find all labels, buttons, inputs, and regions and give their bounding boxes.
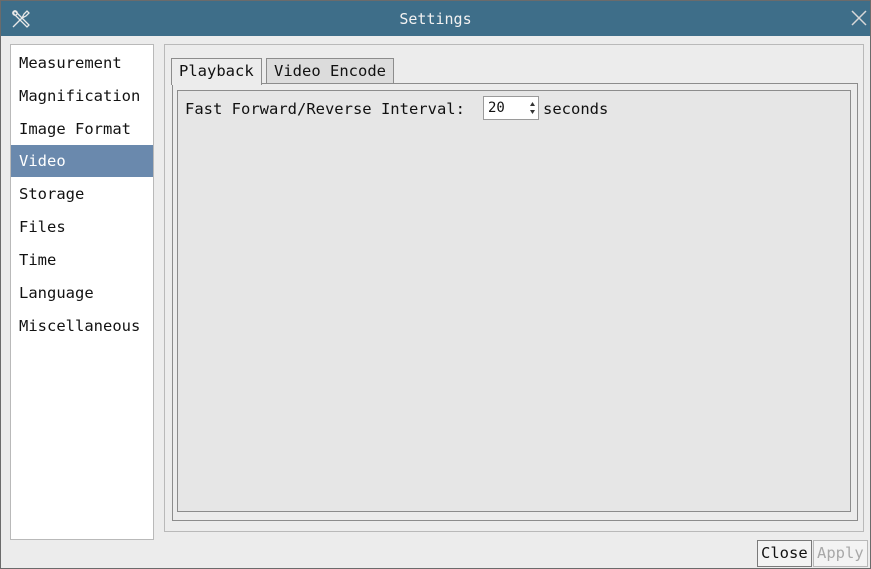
apply-button[interactable]: Apply xyxy=(813,540,868,567)
sidebar-item-files[interactable]: Files xyxy=(11,211,153,243)
close-button[interactable]: Close xyxy=(757,540,812,567)
sidebar-item-miscellaneous[interactable]: Miscellaneous xyxy=(11,310,153,342)
window-title: Settings xyxy=(399,10,472,28)
sidebar-item-time[interactable]: Time xyxy=(11,244,153,276)
sidebar-item-image-format[interactable]: Image Format xyxy=(11,113,153,145)
tab-playback[interactable]: Playback xyxy=(171,58,262,85)
sidebar-item-magnification[interactable]: Magnification xyxy=(11,80,153,112)
sidebar-item-measurement[interactable]: Measurement xyxy=(11,47,153,79)
settings-category-list[interactable]: Measurement Magnification Image Format V… xyxy=(10,44,154,540)
title-bar: Settings xyxy=(1,1,870,36)
tab-video-encode[interactable]: Video Encode xyxy=(266,58,394,83)
interval-spinbox[interactable]: 20 xyxy=(483,96,539,120)
sidebar-item-language[interactable]: Language xyxy=(11,277,153,309)
spin-arrows-icon[interactable] xyxy=(528,99,537,117)
playback-group xyxy=(177,90,851,512)
close-icon[interactable] xyxy=(850,9,868,27)
sidebar-item-storage[interactable]: Storage xyxy=(11,178,153,210)
interval-unit-label: seconds xyxy=(543,100,609,118)
sidebar-item-video[interactable]: Video xyxy=(11,145,153,177)
interval-value[interactable]: 20 xyxy=(488,100,505,116)
settings-window: Settings Measurement Magnification Image… xyxy=(0,0,871,569)
interval-label: Fast Forward/Reverse Interval: xyxy=(185,100,465,118)
